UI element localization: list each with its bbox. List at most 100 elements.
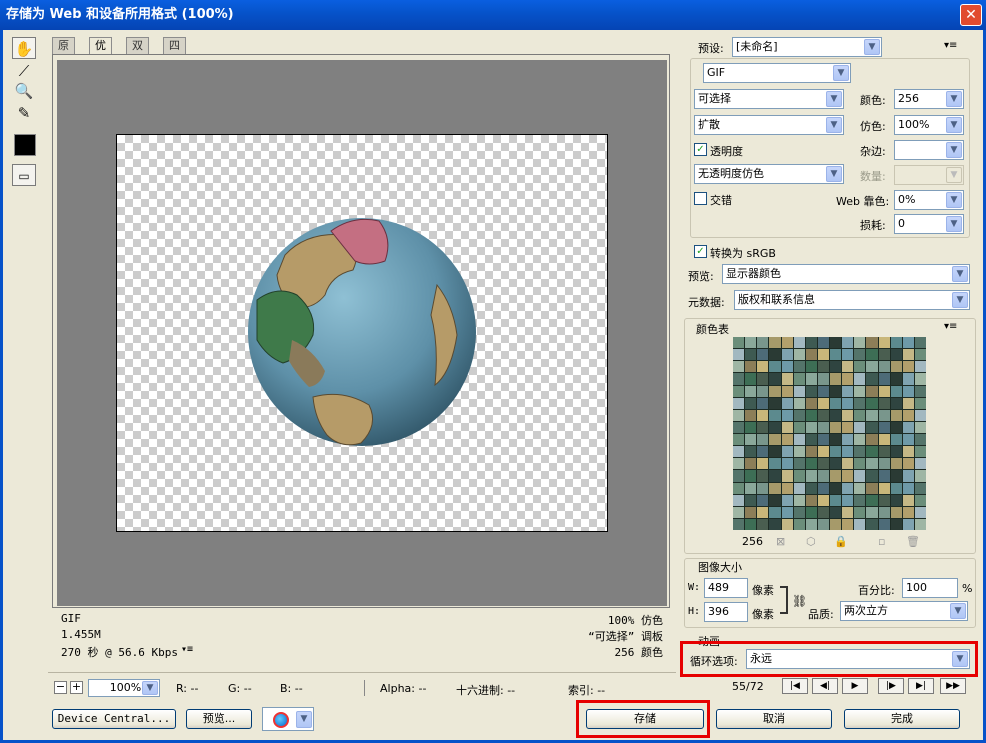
color-swatch[interactable] (830, 421, 842, 433)
browser-select[interactable]: ▼ (262, 707, 314, 731)
color-swatch[interactable] (817, 446, 829, 458)
color-swatch[interactable] (830, 470, 842, 482)
matte-dither-select[interactable]: 无透明度仿色 ▼ (694, 164, 844, 184)
color-swatch[interactable] (842, 470, 854, 482)
device-central-button[interactable]: Device Central... (52, 709, 176, 729)
tab-original[interactable]: 原稿 (52, 37, 75, 67)
color-swatch[interactable] (745, 421, 757, 433)
color-swatch[interactable] (733, 373, 745, 385)
color-swatch[interactable] (745, 470, 757, 482)
color-swatch[interactable] (745, 518, 757, 530)
color-swatch[interactable] (757, 494, 769, 506)
color-swatch[interactable] (769, 349, 781, 361)
color-swatch[interactable] (902, 421, 914, 433)
color-swatch[interactable] (745, 506, 757, 518)
zoom-out-button[interactable]: − (54, 681, 67, 694)
color-swatch[interactable] (781, 506, 793, 518)
color-swatch[interactable] (805, 337, 817, 349)
color-swatch[interactable] (890, 506, 902, 518)
color-swatch[interactable] (805, 373, 817, 385)
tab-2up[interactable]: 双联 (126, 37, 149, 67)
color-swatch[interactable] (878, 494, 890, 506)
color-swatch[interactable] (817, 373, 829, 385)
color-swatch[interactable] (745, 349, 757, 361)
color-swatch[interactable] (769, 494, 781, 506)
color-swatch[interactable] (745, 409, 757, 421)
color-swatch[interactable] (830, 397, 842, 409)
color-swatch[interactable] (878, 506, 890, 518)
color-swatch[interactable] (866, 397, 878, 409)
color-swatch[interactable] (805, 458, 817, 470)
color-swatch[interactable] (842, 373, 854, 385)
color-swatch[interactable] (866, 349, 878, 361)
color-swatch[interactable] (757, 337, 769, 349)
color-swatch[interactable] (890, 421, 902, 433)
toggle-slices-icon[interactable]: ▭ (12, 164, 36, 186)
color-swatch[interactable] (769, 518, 781, 530)
zoom-select[interactable]: 100% ▼ (88, 679, 160, 697)
color-swatch[interactable] (757, 409, 769, 421)
color-swatch[interactable] (830, 349, 842, 361)
color-swatch[interactable] (842, 385, 854, 397)
color-swatch[interactable] (854, 506, 866, 518)
color-swatch[interactable] (757, 373, 769, 385)
download-menu-icon[interactable]: ▾≡ (181, 644, 193, 655)
metadata-select[interactable]: 版权和联系信息 ▼ (734, 290, 970, 310)
color-swatch[interactable] (902, 361, 914, 373)
color-swatch[interactable] (733, 361, 745, 373)
color-swatch[interactable] (890, 361, 902, 373)
color-swatch[interactable] (781, 349, 793, 361)
color-swatch[interactable] (854, 434, 866, 446)
color-swatch[interactable] (878, 397, 890, 409)
color-swatch[interactable] (781, 337, 793, 349)
format-select[interactable]: GIF ▼ (703, 63, 851, 83)
color-swatch[interactable] (890, 458, 902, 470)
color-swatch[interactable] (854, 494, 866, 506)
color-swatch[interactable] (805, 470, 817, 482)
color-swatch[interactable] (769, 434, 781, 446)
tab-4up[interactable]: 四联 (163, 37, 186, 67)
color-swatch[interactable] (817, 361, 829, 373)
color-swatch[interactable] (817, 397, 829, 409)
color-swatch[interactable] (805, 518, 817, 530)
color-swatch[interactable] (817, 470, 829, 482)
color-swatch-icon[interactable] (14, 134, 36, 156)
color-swatch[interactable] (781, 385, 793, 397)
color-swatch[interactable] (866, 373, 878, 385)
color-swatch[interactable] (733, 434, 745, 446)
color-swatch[interactable] (878, 337, 890, 349)
web-shift-icon[interactable]: ⬡ (806, 535, 816, 548)
color-swatch[interactable] (781, 434, 793, 446)
color-swatch[interactable] (817, 409, 829, 421)
last-frame-icon[interactable]: ▶| (908, 678, 934, 694)
color-swatch[interactable] (745, 482, 757, 494)
color-swatch[interactable] (830, 458, 842, 470)
color-swatch[interactable] (793, 421, 805, 433)
color-swatch[interactable] (890, 470, 902, 482)
color-swatch[interactable] (793, 458, 805, 470)
color-swatch[interactable] (757, 518, 769, 530)
color-swatch[interactable] (902, 470, 914, 482)
color-swatch[interactable] (842, 506, 854, 518)
preview-image[interactable] (116, 134, 608, 532)
color-swatch[interactable] (769, 482, 781, 494)
color-swatch[interactable] (842, 458, 854, 470)
color-swatch[interactable] (745, 361, 757, 373)
color-swatch[interactable] (769, 470, 781, 482)
color-swatch[interactable] (757, 470, 769, 482)
new-color-icon[interactable]: ▫ (878, 535, 885, 548)
width-input[interactable]: 489 (704, 578, 748, 598)
color-swatch[interactable] (733, 458, 745, 470)
color-swatch[interactable] (733, 518, 745, 530)
color-swatch[interactable] (793, 397, 805, 409)
color-swatch[interactable] (902, 458, 914, 470)
cancel-button[interactable]: 取消 (716, 709, 832, 729)
color-swatch[interactable] (817, 494, 829, 506)
color-swatch[interactable] (914, 361, 926, 373)
link-icon[interactable]: ⛓ (792, 594, 807, 608)
color-swatch[interactable] (805, 361, 817, 373)
color-swatch[interactable] (902, 494, 914, 506)
reduction-select[interactable]: 可选择 ▼ (694, 89, 844, 109)
color-swatch[interactable] (769, 373, 781, 385)
color-swatch[interactable] (793, 446, 805, 458)
